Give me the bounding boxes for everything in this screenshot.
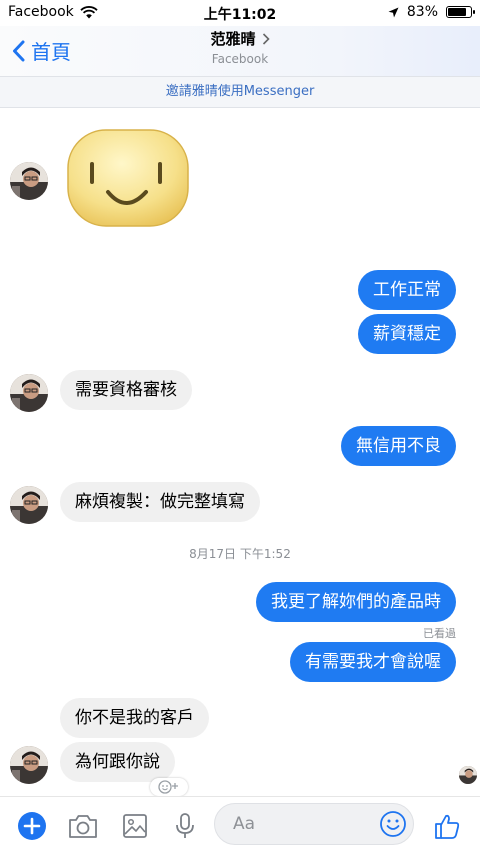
smiley-sticker[interactable] (66, 128, 190, 228)
conversation-header: 首頁 范雅晴 Facebook (0, 26, 480, 76)
avatar[interactable] (10, 374, 48, 412)
avatar-photo (10, 374, 48, 412)
image-icon[interactable] (120, 811, 150, 841)
emoji-icon[interactable] (379, 810, 407, 838)
message-bubble-sent[interactable]: 無信用不良 (341, 426, 456, 466)
message-input[interactable]: Aa (214, 803, 414, 845)
message-timestamp: 8月17日 下午1:52 (189, 547, 291, 561)
message-bubble-sent[interactable]: 我更了解妳們的產品時 (256, 582, 456, 622)
avatar[interactable] (10, 162, 48, 200)
add-reaction-icon (158, 780, 178, 794)
location-arrow-icon (388, 7, 399, 17)
avatar-photo (10, 162, 48, 200)
battery-fill (448, 8, 467, 16)
avatar[interactable] (10, 746, 48, 784)
seen-avatar-photo (459, 766, 477, 784)
chevron-right-icon (262, 32, 270, 45)
message-bubble-sent[interactable]: 工作正常 (358, 270, 456, 310)
message-input-placeholder: Aa (233, 814, 256, 834)
message-bubble-received[interactable]: 你不是我的客戶 (60, 698, 209, 738)
camera-icon[interactable] (67, 811, 99, 841)
contact-subtitle: Facebook (211, 52, 269, 66)
contact-title[interactable]: 范雅晴 Facebook (0, 28, 480, 66)
avatar[interactable] (10, 486, 48, 524)
plus-icon[interactable] (17, 811, 47, 841)
invite-banner[interactable]: 邀請雅晴使用Messenger (0, 76, 480, 108)
seen-label: 已看過 (423, 627, 456, 640)
message-bubble-received[interactable]: 為何跟你說 (60, 742, 175, 782)
microphone-icon[interactable] (170, 811, 200, 841)
avatar-photo (10, 746, 48, 784)
battery-percent: 83% (406, 4, 438, 20)
status-bar: Facebook 上午11:02 83% (0, 0, 480, 26)
status-right: 83% (388, 4, 475, 20)
composer-bar: Aa (0, 796, 480, 854)
seen-avatar (459, 766, 477, 784)
contact-name: 范雅晴 (210, 30, 256, 48)
message-bubble-received[interactable]: 麻煩複製：做完整填寫 (60, 482, 260, 522)
message-bubble-received[interactable]: 需要資格審核 (60, 370, 192, 410)
message-bubble-sent[interactable]: 有需要我才會說喔 (290, 642, 456, 682)
battery-icon (446, 6, 475, 18)
message-bubble-sent[interactable]: 薪資穩定 (358, 314, 456, 354)
thumbs-up-icon[interactable] (432, 811, 462, 841)
avatar-photo (10, 486, 48, 524)
add-reaction-button[interactable] (150, 778, 188, 796)
